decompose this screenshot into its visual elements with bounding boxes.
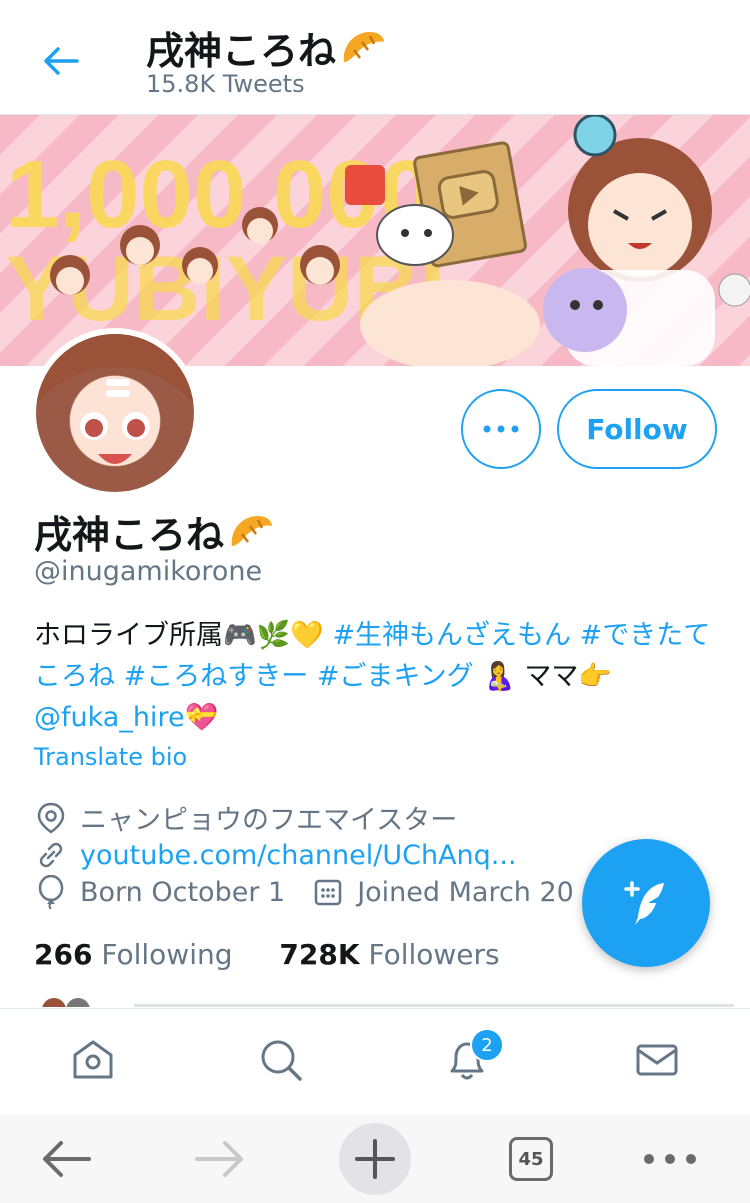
balloon-icon — [34, 875, 68, 909]
location-pin-icon — [34, 801, 68, 835]
followers-count: 728K — [279, 938, 360, 971]
more-horizontal-icon — [644, 1154, 696, 1164]
profile-avatar[interactable] — [30, 328, 200, 498]
tab-count: 45 — [509, 1137, 553, 1181]
tab-home[interactable] — [68, 1035, 118, 1085]
calendar-icon — [311, 875, 345, 909]
arrow-left-icon — [43, 1141, 91, 1177]
followers-label: Followers — [368, 938, 500, 971]
display-name: 戌神ころね — [34, 513, 225, 557]
tab-search[interactable] — [256, 1035, 306, 1085]
arrow-right-icon — [195, 1141, 243, 1177]
hashtag-link[interactable]: #生神もんざえもん — [332, 620, 571, 651]
mention-link[interactable]: @fuka_hire — [34, 702, 185, 733]
header-name: 戌神ころね — [146, 29, 337, 73]
browser-forward-button[interactable] — [190, 1121, 250, 1197]
followed-by-row-peek — [34, 995, 734, 1007]
birthday-text: Born October 1 — [80, 876, 286, 908]
compose-feather-icon — [624, 881, 664, 925]
browser-tabs-button[interactable]: 45 — [506, 1121, 556, 1197]
home-icon — [73, 1040, 113, 1079]
bio-text: 💝 — [184, 702, 219, 733]
website-row: youtube.com/channel/UChAnq... — [34, 838, 517, 872]
location-row: ニャンピョウのフエマイスター — [34, 798, 457, 837]
following-stat[interactable]: 266 Following — [34, 938, 233, 971]
following-count: 266 — [34, 938, 93, 971]
bio-text: 🤱 ママ👉 — [473, 661, 613, 692]
translate-bio-link[interactable]: Translate bio — [34, 743, 187, 771]
back-arrow-icon — [44, 47, 79, 75]
tab-messages[interactable] — [632, 1035, 682, 1085]
more-dots-icon — [483, 425, 519, 433]
website-link[interactable]: youtube.com/channel/UChAnq... — [80, 840, 517, 871]
more-options-button[interactable] — [461, 389, 541, 469]
following-label: Following — [101, 938, 233, 971]
profile-handle: @inugamikorone — [34, 556, 263, 587]
browser-new-tab-button[interactable] — [338, 1121, 412, 1197]
croissant-icon — [343, 31, 385, 62]
header-title: 戌神ころね — [146, 20, 386, 75]
browser-back-button[interactable] — [36, 1121, 96, 1197]
browser-menu-button[interactable] — [640, 1121, 700, 1197]
croissant-icon — [231, 515, 273, 546]
notifications-badge: 2 — [470, 1028, 504, 1062]
browser-toolbar: 45 — [0, 1115, 750, 1203]
bio-text: ホロライブ所属🎮🌿💛 — [34, 620, 333, 651]
tweet-count: 15.8K Tweets — [146, 70, 305, 98]
follow-button[interactable]: Follow — [557, 389, 717, 469]
search-icon — [261, 1040, 302, 1081]
joined-text: Joined March 20 — [357, 876, 574, 908]
dates-row: Born October 1 Joined March 20 — [34, 875, 574, 909]
hashtag-link[interactable]: #ころねすきー — [124, 661, 309, 692]
profile-bio: ホロライブ所属🎮🌿💛 #生神もんざえもん #できたてころね #ころねすきー #ご… — [34, 615, 714, 738]
back-button[interactable] — [36, 36, 86, 86]
new-tab-circle — [339, 1123, 411, 1195]
avatar-image — [36, 334, 194, 492]
link-icon — [34, 838, 68, 872]
compose-tweet-button[interactable] — [582, 839, 710, 967]
app-tab-bar — [0, 1008, 750, 1116]
profile-name: 戌神ころね — [34, 504, 274, 559]
hashtag-link[interactable]: #ごまキング — [317, 661, 474, 692]
follow-stats: 266 Following 728K Followers — [34, 938, 538, 971]
location-text: ニャンピョウのフエマイスター — [80, 805, 458, 836]
followers-stat[interactable]: 728K Followers — [279, 938, 499, 971]
mail-icon — [636, 1044, 678, 1076]
plus-icon — [355, 1139, 395, 1179]
